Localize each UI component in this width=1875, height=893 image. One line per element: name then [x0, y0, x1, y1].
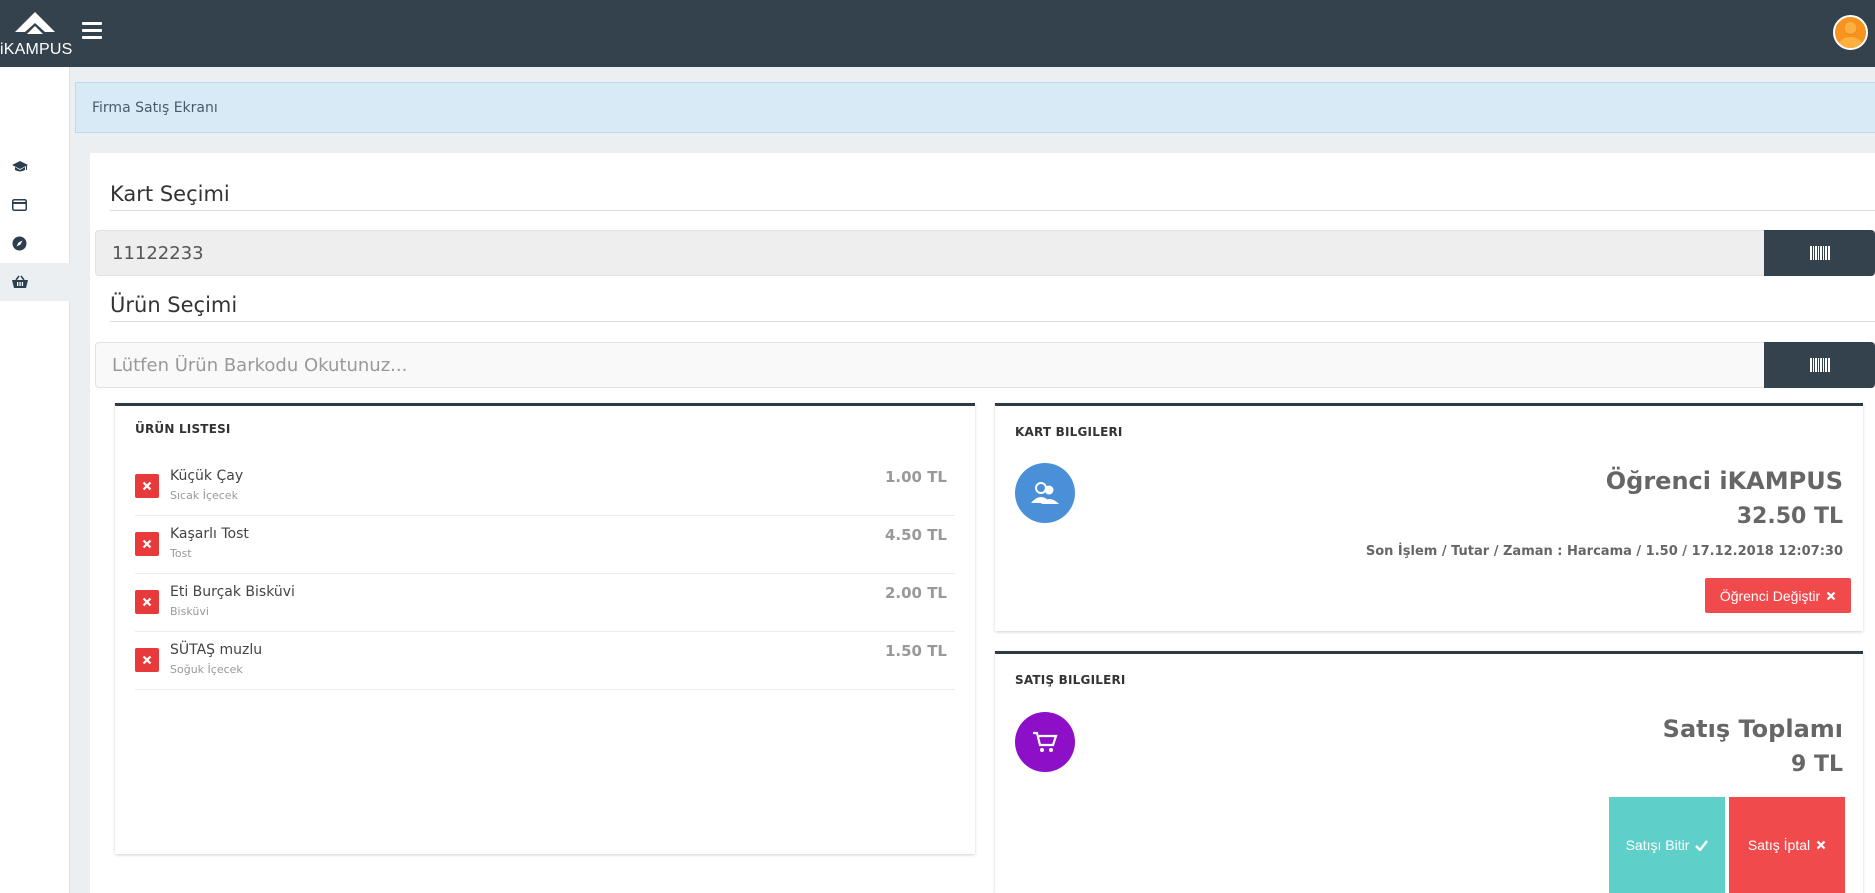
- sidebar-item-sales[interactable]: [0, 263, 70, 301]
- close-icon: [1826, 591, 1836, 600]
- product-list-panel: ÜRÜN LISTESI Küçük Çay Sıcak İçecek 1.00…: [115, 403, 975, 854]
- logo[interactable]: iKAMPUS: [0, 0, 73, 67]
- product-list-title: ÜRÜN LISTESI: [135, 422, 231, 436]
- sidebar-item-education[interactable]: [0, 148, 70, 186]
- sidebar-item-explore[interactable]: [0, 224, 70, 262]
- product-category: Bisküvi: [170, 605, 209, 618]
- product-price: 4.50 TL: [884, 526, 947, 544]
- card-info-panel: KART BILGILERI Öğrenci iKAMPUS 32.50 TL …: [995, 403, 1863, 631]
- remove-product-button[interactable]: [135, 474, 159, 498]
- sale-info-panel: SATIŞ BILGILERI Satış Toplamı 9 TL Satış…: [995, 651, 1863, 893]
- sale-total-label: Satış Toplamı: [1662, 715, 1843, 743]
- product-row: SÜTAŞ muzlu Soğuk İçecek 1.50 TL: [135, 632, 955, 690]
- barcode-icon: [1809, 246, 1830, 260]
- finish-sale-label: Satışı Bitir: [1625, 837, 1690, 853]
- users-icon: [1015, 463, 1075, 523]
- finish-sale-button[interactable]: Satışı Bitir: [1609, 797, 1725, 893]
- change-student-label: Öğrenci Değiştir: [1719, 587, 1821, 604]
- sidebar-item-cards[interactable]: [0, 186, 70, 224]
- product-name: Kaşarlı Tost: [170, 526, 249, 542]
- cancel-sale-label: Satış İptal: [1747, 837, 1811, 853]
- close-icon: [142, 539, 152, 549]
- product-row: Küçük Çay Sıcak İçecek 1.00 TL: [135, 458, 955, 516]
- product-category: Soğuk İçecek: [170, 663, 243, 676]
- barcode-icon: [1809, 358, 1830, 372]
- product-name: Eti Burçak Bisküvi: [170, 584, 295, 600]
- product-row: Kaşarlı Tost Tost 4.50 TL: [135, 516, 955, 574]
- credit-card-icon: [12, 199, 27, 211]
- close-icon: [1816, 840, 1826, 850]
- product-category: Tost: [170, 547, 192, 560]
- product-price: 1.00 TL: [884, 468, 947, 486]
- last-transaction-info: Son İşlem / Tutar / Zaman : Harcama / 1.…: [1365, 544, 1843, 559]
- sale-total-value: 9 TL: [1791, 752, 1843, 777]
- graduation-cap-icon: [12, 161, 28, 172]
- product-price: 2.00 TL: [884, 584, 947, 602]
- compass-icon: [12, 236, 27, 250]
- shopping-basket-icon: [12, 275, 28, 288]
- product-section-divider: [110, 321, 1875, 322]
- user-avatar-icon[interactable]: [1833, 15, 1868, 50]
- product-barcode-input[interactable]: [95, 342, 1765, 388]
- remove-product-button[interactable]: [135, 590, 159, 614]
- close-icon: [142, 655, 152, 665]
- cancel-sale-button[interactable]: Satış İptal: [1729, 797, 1845, 893]
- card-number-input[interactable]: [95, 230, 1765, 276]
- close-icon: [142, 481, 152, 491]
- remove-product-button[interactable]: [135, 648, 159, 672]
- sidebar: [0, 67, 70, 893]
- card-owner-name: Öğrenci iKAMPUS: [1605, 467, 1843, 495]
- top-navbar: iKAMPUS: [0, 0, 1875, 67]
- card-section-divider: [110, 210, 1875, 211]
- card-info-title: KART BILGILERI: [1015, 425, 1123, 439]
- product-row: Eti Burçak Bisküvi Bisküvi 2.00 TL: [135, 574, 955, 632]
- product-section-title: Ürün Seçimi: [110, 293, 238, 317]
- product-barcode-button[interactable]: [1764, 342, 1875, 388]
- check-icon: [1695, 839, 1709, 851]
- breadcrumb-text: Firma Satış Ekranı: [92, 100, 218, 116]
- card-balance: 32.50 TL: [1736, 504, 1843, 529]
- remove-product-button[interactable]: [135, 532, 159, 556]
- change-student-button[interactable]: Öğrenci Değiştir: [1705, 578, 1851, 613]
- product-name: SÜTAŞ muzlu: [170, 642, 263, 658]
- hamburger-icon[interactable]: [82, 22, 104, 42]
- card-barcode-button[interactable]: [1764, 230, 1875, 276]
- close-icon: [142, 597, 152, 607]
- card-section-title: Kart Seçimi: [110, 182, 230, 206]
- logo-mountain-icon: [15, 12, 55, 34]
- logo-text: iKAMPUS: [0, 41, 73, 58]
- product-category: Sıcak İçecek: [170, 489, 238, 502]
- product-name: Küçük Çay: [170, 468, 244, 484]
- breadcrumb: Firma Satış Ekranı: [75, 82, 1875, 133]
- sale-info-title: SATIŞ BILGILERI: [1015, 673, 1126, 687]
- cart-icon: [1015, 712, 1075, 772]
- product-price: 1.50 TL: [884, 642, 947, 660]
